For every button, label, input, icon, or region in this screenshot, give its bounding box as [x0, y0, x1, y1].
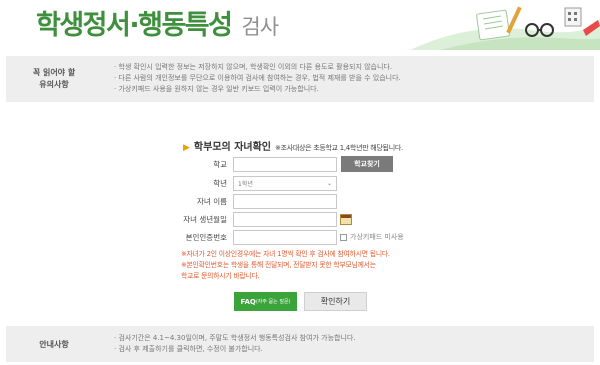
warning-line: ※본인확인번호는 학생을 통해 전달되며, 전달받지 못한 학부모님께서는 [181, 261, 376, 269]
faq-button[interactable]: FAQ (자주 묻는 질문) [234, 292, 297, 311]
child-name-label: 자녀 이름 [197, 196, 227, 206]
form-note: ※조사대상은 초등학교 1,4학년만 해당됩니다. [275, 144, 403, 152]
title-main: 학생정서·행동특성 [36, 10, 233, 41]
school-input[interactable] [233, 156, 337, 172]
child-name-input[interactable] [233, 193, 337, 209]
keypad-checkbox[interactable] [340, 233, 347, 241]
notice-label-line2: 유의사항 [39, 80, 69, 89]
calendar-icon[interactable] [340, 213, 352, 225]
id-row: 본인인증번호 가상키패드 미사용 [160, 229, 404, 245]
grade-select[interactable]: 1학년 ⌄ [233, 175, 337, 191]
guide-section: 안내사항 · 검사기간은 4.1~4.30일이며, 주말도 학생정서 행동특성검… [6, 326, 594, 362]
name-row: 자녀 이름 [160, 193, 337, 209]
form-title-text: 학부모의 자녀확인 [193, 142, 272, 153]
header-illustration [410, 6, 600, 50]
notice-label-line1: 꼭 읽어야 할 [32, 68, 76, 77]
form-title: ▶ 학부모의 자녀확인 ※조사대상은 초등학교 1,4학년만 해당됩니다. [183, 138, 403, 153]
arrow-icon: ▶ [183, 143, 190, 153]
warning-line: 학교로 문의하시기 바랍니다. [181, 272, 260, 280]
notice-section: 꼭 읽어야 할 유의사항 · 학생 확인시 입력한 정보는 저장하지 않으며, … [6, 56, 594, 102]
auth-number-input[interactable] [233, 229, 337, 245]
grade-value: 1학년 [238, 180, 253, 188]
page-header: 학생정서·행동특성 검사 [0, 0, 600, 50]
auth-number-label: 본인인증번호 [185, 232, 227, 242]
warning-text: ※자녀가 2인 이상인경우에는 자녀 1명씩 확인 후 검사에 참여하시면 됩니… [181, 249, 390, 282]
school-label: 학교 [213, 159, 227, 169]
birth-row: 자녀 생년월일 [160, 211, 352, 227]
confirm-button[interactable]: 확인하기 [304, 292, 367, 311]
guide-list: · 검사기간은 4.1~4.30일이며, 주말도 학생정서 행동특성검사 참여가… [114, 333, 356, 355]
birth-input[interactable] [233, 211, 337, 227]
school-row: 학교 학교찾기 [160, 156, 393, 172]
notice-list: · 학생 확인시 입력한 정보는 저장하지 않으며, 학생확인 이외의 다른 용… [114, 62, 401, 95]
page-title: 학생정서·행동특성 검사 [36, 3, 279, 42]
warning-line: ※자녀가 2인 이상인경우에는 자녀 1명씩 확인 후 검사에 참여하시면 됩니… [181, 250, 390, 258]
keypad-checkbox-label: 가상키패드 미사용 [350, 233, 404, 241]
notice-item: · 가상키패드 사용을 원하지 않는 경우 일반 키보드 입력이 가능합니다. [114, 85, 319, 93]
title-sub: 검사 [241, 15, 279, 39]
guide-item: · 검사기간은 4.1~4.30일이며, 주말도 학생정서 행동특성검사 참여가… [114, 334, 356, 342]
find-school-button[interactable]: 학교찾기 [341, 156, 393, 172]
notice-item: · 학생 확인시 입력한 정보는 저장하지 않으며, 학생확인 이외의 다른 용… [114, 63, 393, 71]
notice-label: 꼭 읽어야 할 유의사항 [6, 56, 102, 102]
notice-item: · 다른 사람의 개인정보를 무단으로 이용하여 검사에 참여하는 경우, 법적… [114, 74, 401, 82]
birth-label: 자녀 생년월일 [183, 214, 227, 224]
faq-sublabel: (자주 묻는 질문) [255, 299, 291, 305]
chevron-down-icon: ⌄ [326, 179, 332, 187]
faq-label: FAQ [240, 297, 256, 306]
grade-label: 학년 [213, 178, 227, 188]
guide-label: 안내사항 [39, 339, 69, 349]
guide-item: · 검사 후 제출하기를 클릭하면, 수정이 불가합니다. [114, 345, 263, 353]
grade-row: 학년 1학년 ⌄ [160, 175, 337, 191]
